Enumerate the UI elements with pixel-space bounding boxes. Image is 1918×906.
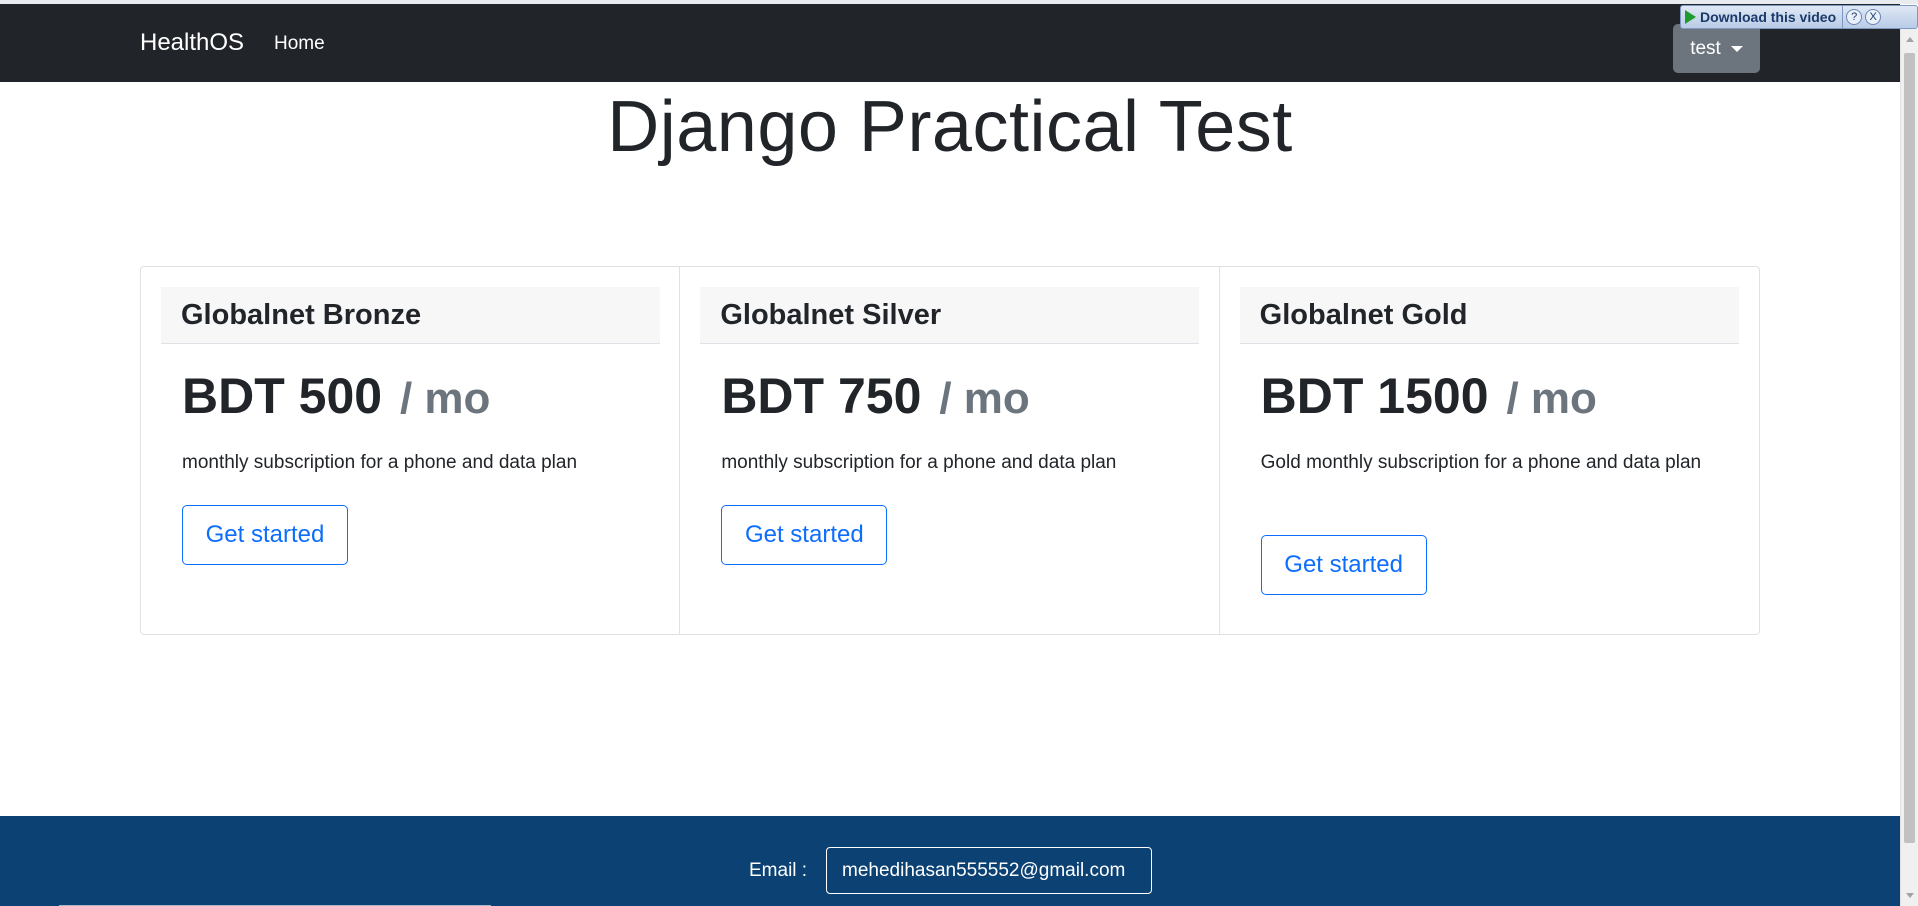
close-icon[interactable]: X [1865,9,1882,25]
brand-logo-text[interactable]: HealthOS [140,29,244,57]
footer: Email : [0,816,1900,906]
user-menu-dropdown[interactable]: test [1673,24,1760,73]
plan-card-silver: Globalnet Silver BDT 750 / mo monthly su… [680,267,1220,634]
nav-link-home[interactable]: Home [274,33,325,55]
scroll-down-arrow-icon[interactable] [1906,893,1914,898]
download-video-label: Download this video [1700,9,1837,25]
plan-price: BDT 750 / mo [721,367,1029,425]
plan-description: monthly subscription for a phone and dat… [182,452,578,473]
user-menu-label: test [1690,37,1721,59]
plan-price-period: / mo [399,374,491,423]
plan-card-header: Globalnet Bronze [161,287,660,344]
plan-card-bronze: Globalnet Bronze BDT 500 / mo monthly su… [141,267,681,634]
help-icon[interactable]: ? [1846,9,1863,25]
plan-price-period: / mo [1506,374,1597,423]
get-started-button[interactable]: Get started [721,505,888,565]
download-video-button[interactable]: Download this video [1681,6,1844,28]
plan-description: monthly subscription for a phone and dat… [721,452,1117,473]
play-icon [1685,10,1696,24]
vertical-scrollbar[interactable] [1900,29,1918,906]
plan-card-header: Globalnet Silver [700,287,1200,344]
navbar: HealthOS Home test [0,4,1900,82]
caret-down-icon [1730,45,1743,52]
scrollbar-thumb[interactable] [1904,53,1915,843]
email-field[interactable] [826,847,1152,894]
plan-card-header: Globalnet Gold [1239,287,1739,344]
scroll-up-arrow-icon[interactable] [1906,37,1914,42]
plan-description: Gold monthly subscription for a phone an… [1260,452,1702,473]
page-title: Django Practical Test [607,87,1293,167]
get-started-button[interactable]: Get started [1260,535,1427,595]
plan-price-amount: BDT 750 [721,368,922,424]
plan-price-period: / mo [939,374,1030,423]
get-started-button[interactable]: Get started [182,505,348,565]
email-label: Email : [749,860,808,881]
plan-price-amount: BDT 500 [182,368,383,424]
plan-price-amount: BDT 1500 [1260,368,1489,424]
plan-price: BDT 500 / mo [182,367,490,425]
download-video-plugin-bar: Download this video ? X [1680,5,1918,29]
plan-price: BDT 1500 / mo [1261,367,1597,425]
plan-card-gold: Globalnet Gold BDT 1500 / mo Gold monthl… [1220,267,1759,634]
pricing-card-group: Globalnet Bronze BDT 500 / mo monthly su… [140,266,1760,635]
